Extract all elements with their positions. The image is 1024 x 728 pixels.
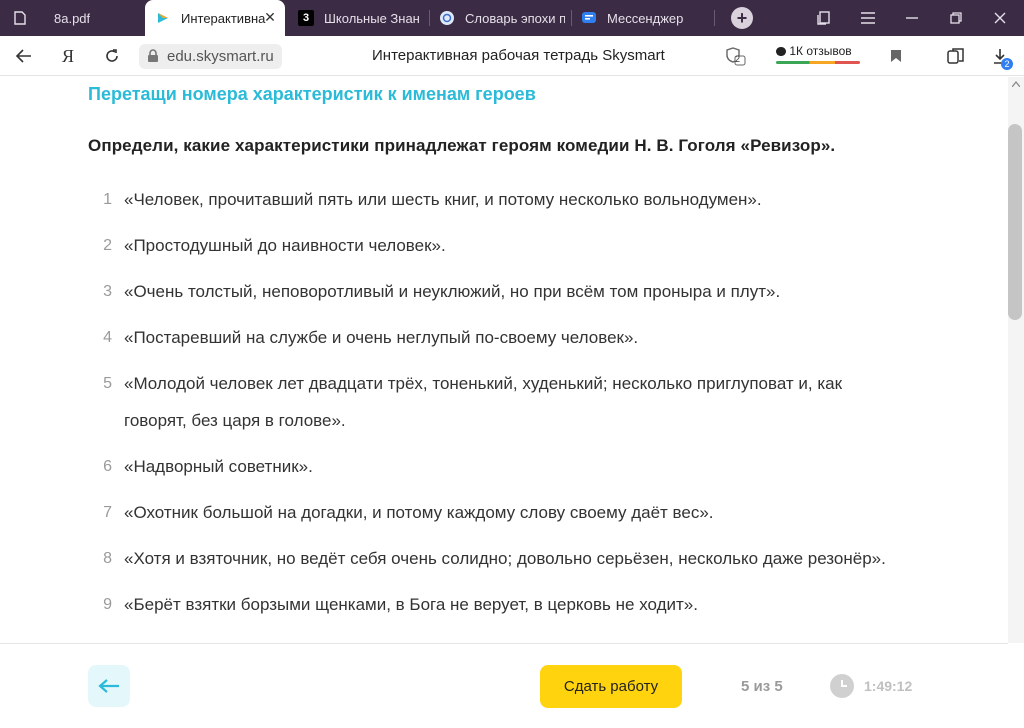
tab-label: 8a.pdf <box>54 10 91 26</box>
submit-work-button[interactable]: Сдать работу <box>540 665 682 708</box>
item-text: «Охотник большой на догадки, и потому ка… <box>124 502 714 522</box>
item-number: 6 <box>103 457 112 475</box>
item-text: «Простодушный до наивности человек». <box>124 236 446 255</box>
tab-label: Словарь эпохи п <box>465 10 565 26</box>
item-text: «Надворный советник». <box>124 456 313 476</box>
item-number: 9 <box>103 595 112 613</box>
address-bar-row: Я edu.skysmart.ru Интерактивная рабочая … <box>0 36 1024 76</box>
item-text: «Молодой человек лет двадцати трёх, тоне… <box>124 374 843 430</box>
characteristic-item[interactable]: 4 «Постаревший на службе и очень неглупый… <box>88 320 908 357</box>
new-tab-button[interactable]: + <box>731 7 753 29</box>
downloads-badge: 2 <box>1001 58 1013 70</box>
znanija-icon: 3 <box>298 10 314 26</box>
tab-messenger[interactable]: Мессенджер <box>575 0 715 36</box>
tab-pdf[interactable]: 8a.pdf <box>0 0 143 36</box>
bookmark-icon[interactable] <box>884 44 908 68</box>
page-content: Перетащи номера характеристик к именам г… <box>0 77 1008 643</box>
item-number: 2 <box>103 237 112 254</box>
tab-label: Интерактивна <box>181 10 266 26</box>
messenger-icon <box>581 10 597 26</box>
item-number: 1 <box>103 191 112 208</box>
arrow-left-icon <box>98 679 119 693</box>
page-title: Интерактивная рабочая тетрадь Skysmart <box>372 47 665 64</box>
tab-znanija[interactable]: 3 Школьные Знан <box>290 0 428 36</box>
protect-icon[interactable]: 2 <box>724 44 748 68</box>
file-icon <box>12 10 28 26</box>
item-number: 4 <box>103 329 112 346</box>
characteristic-item[interactable]: 7 «Охотник большой на догадки, и потому к… <box>88 495 908 532</box>
yandex-icon[interactable]: Я <box>56 44 80 68</box>
close-window-icon[interactable] <box>978 0 1022 36</box>
menu-icon[interactable] <box>846 0 890 36</box>
globe-icon <box>439 10 455 26</box>
clock-icon <box>830 674 854 698</box>
tab-slovar[interactable]: Словарь эпохи п <box>433 0 571 36</box>
item-number: 3 <box>103 283 112 300</box>
timer: 1:49:12 <box>830 674 912 698</box>
tab-separator <box>429 10 430 26</box>
reviews-label: 1К отзывов <box>789 44 852 58</box>
tabs-list-icon[interactable] <box>802 0 846 36</box>
characteristic-item[interactable]: 6 «Надворный советник». <box>88 449 908 486</box>
item-number: 8 <box>103 549 112 567</box>
close-tab-icon[interactable]: ✕ <box>263 10 277 24</box>
tab-separator <box>571 10 572 26</box>
scrollbar-thumb[interactable] <box>1008 124 1022 320</box>
previous-task-button[interactable] <box>88 665 130 707</box>
url-text: edu.skysmart.ru <box>167 48 274 65</box>
collections-icon[interactable] <box>944 44 968 68</box>
item-text: «Хотя и взяточник, но ведёт себя очень с… <box>124 548 886 568</box>
chat-bubble-icon <box>776 47 786 56</box>
task-pager: 5 из 5 <box>741 678 783 695</box>
characteristic-item[interactable]: 1 «Человек, прочитавший пять или шесть кн… <box>88 182 908 219</box>
item-number: 5 <box>103 375 112 392</box>
characteristic-item[interactable]: 5 «Молодой человек лет двадцати трёх, тон… <box>88 366 908 439</box>
lock-icon <box>147 49 159 67</box>
url-field[interactable]: edu.skysmart.ru <box>139 44 282 69</box>
tab-label: Мессенджер <box>607 10 684 26</box>
item-text: «Берёт взятки борзыми щенками, в Бога не… <box>124 594 698 614</box>
characteristics-list: 1 «Человек, прочитавший пять или шесть кн… <box>88 182 908 633</box>
tab-separator <box>714 10 715 26</box>
tab-label: Школьные Знан <box>324 10 420 26</box>
scroll-up-icon[interactable] <box>1012 81 1020 87</box>
item-number: 7 <box>103 503 112 521</box>
skysmart-play-icon <box>155 10 171 26</box>
reviews-rating-bar <box>776 61 860 64</box>
task-instruction: Определи, какие характеристики принадлеж… <box>88 136 836 155</box>
restore-icon[interactable] <box>934 0 978 36</box>
task-heading: Перетащи номера характеристик к именам г… <box>88 84 536 104</box>
characteristic-item[interactable]: 2 «Простодушный до наивности человек». <box>88 228 908 265</box>
characteristic-item[interactable]: 8 «Хотя и взяточник, но ведёт себя очень … <box>88 541 908 578</box>
reload-icon[interactable] <box>100 44 124 68</box>
back-icon[interactable] <box>12 44 36 68</box>
tab-skysmart[interactable]: Интерактивна ✕ <box>145 0 285 36</box>
task-footer: Сдать работу 5 из 5 1:49:12 <box>0 643 1008 728</box>
tab-strip: 8a.pdf Интерактивна ✕ 3 Школьные Знан Сл… <box>0 0 1024 36</box>
characteristic-item[interactable]: 3 «Очень толстый, неповоротливый и неуклю… <box>88 274 908 311</box>
protect-badge: 2 <box>735 54 741 64</box>
characteristic-item[interactable]: 9 «Берёт взятки борзыми щенками, в Бога н… <box>88 587 908 624</box>
item-text: «Человек, прочитавший пять или шесть кни… <box>124 190 762 209</box>
item-text: «Постаревший на службе и очень неглупый … <box>124 328 639 347</box>
minimize-icon[interactable] <box>890 0 934 36</box>
timer-value: 1:49:12 <box>864 678 913 694</box>
reviews-button[interactable]: 1К отзывов <box>776 44 860 64</box>
downloads-icon[interactable]: 2 <box>988 44 1013 70</box>
item-text: «Очень толстый, неповоротливый и неуклюж… <box>124 282 781 301</box>
